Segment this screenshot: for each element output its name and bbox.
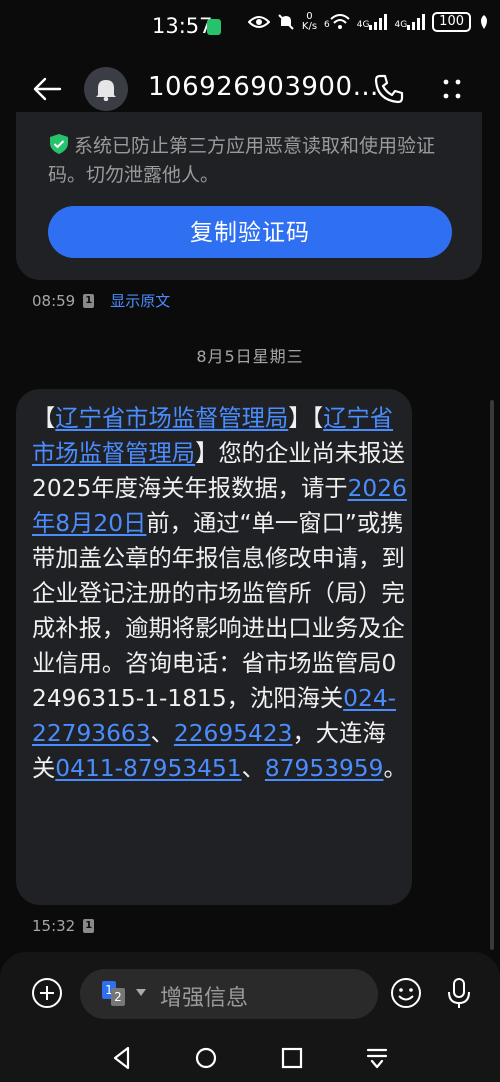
nav-back-icon[interactable] <box>108 1044 136 1072</box>
prev-message-meta: 08:59 1 显示原文 <box>32 290 170 311</box>
clock: 13:57 <box>152 14 213 38</box>
phone-link[interactable]: 22695423 <box>174 720 293 747</box>
net-speed: 0 K/s <box>301 11 318 32</box>
phone-link[interactable]: 0411-87953451 <box>55 755 241 782</box>
phone-link[interactable]: 87953959 <box>265 755 384 782</box>
message-link[interactable]: 辽宁省市场监督管理局 <box>55 405 288 432</box>
sim-slot-badge: 1 <box>83 293 95 308</box>
more-options-icon[interactable] <box>435 72 469 106</box>
message-time: 08:59 <box>32 291 76 310</box>
message-body: 【辽宁省市场监督管理局】【辽宁省市场监督管理局】您的企业尚未报送2025年度海关… <box>32 405 407 782</box>
message-bubble[interactable]: 【辽宁省市场监督管理局】【辽宁省市场监督管理局】您的企业尚未报送2025年度海关… <box>16 389 412 905</box>
scrollbar[interactable] <box>490 400 494 950</box>
microphone-icon[interactable] <box>442 976 476 1010</box>
sim-selector[interactable]: 1 2 <box>102 981 132 1007</box>
date-separator: 8月5日星期三 <box>196 347 304 366</box>
nav-notification-shade-icon[interactable] <box>363 1044 391 1072</box>
message-input[interactable]: 1 2 增强信息 <box>80 969 378 1019</box>
signal-icon-1: 4G <box>357 14 388 30</box>
bell-icon <box>96 80 116 101</box>
sim2-badge: 2 <box>111 988 125 1006</box>
sim-slot-badge: 1 <box>83 919 95 933</box>
system-navigation-bar <box>0 1032 500 1082</box>
eye-icon <box>247 16 270 28</box>
emoji-icon[interactable] <box>389 976 423 1010</box>
app-notification-icon <box>207 19 221 35</box>
verification-code-card: 系统已防止第三方应用恶意读取和使用验证码。切勿泄露他人。 复制验证码 <box>16 112 482 280</box>
message-composer: 1 2 增强信息 <box>0 952 500 1032</box>
message-meta: 15:32 1 <box>32 917 95 935</box>
battery-indicator: 100 <box>432 12 471 32</box>
add-circle-icon[interactable] <box>30 976 64 1010</box>
shield-check-icon <box>50 134 68 154</box>
copy-code-button[interactable]: 复制验证码 <box>48 206 452 258</box>
wifi-icon: 6 <box>324 14 350 30</box>
message-time: 15:32 <box>32 917 76 935</box>
signal-icon-2: 4G <box>394 14 426 30</box>
input-placeholder: 增强信息 <box>160 986 249 1011</box>
nav-home-icon[interactable] <box>192 1044 220 1072</box>
show-original-link[interactable]: 显示原文 <box>110 290 170 311</box>
mute-bell-icon <box>278 14 294 30</box>
back-arrow-icon[interactable] <box>30 72 64 106</box>
nav-recents-icon[interactable] <box>278 1044 306 1072</box>
chevron-down-icon[interactable] <box>136 989 146 996</box>
security-notice: 系统已防止第三方应用恶意读取和使用验证码。切勿泄露他人。 <box>48 134 436 186</box>
status-bar: 13:57 0 K/s 6 4G 4G 100 <box>0 0 500 56</box>
contact-number[interactable]: 106926903900… <box>148 72 379 102</box>
system-icons: 0 K/s 6 4G 4G 100 <box>247 11 490 32</box>
contact-avatar[interactable] <box>84 67 128 111</box>
phone-icon[interactable] <box>372 72 406 106</box>
leaf-icon <box>481 15 487 29</box>
